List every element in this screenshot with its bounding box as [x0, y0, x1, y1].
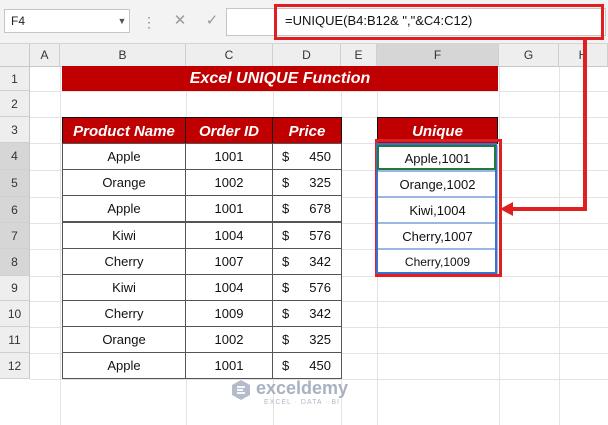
arrow-left-icon	[500, 202, 513, 216]
row-header-10[interactable]: 10	[0, 301, 30, 327]
cell-product[interactable]: Apple	[62, 143, 186, 170]
active-cell-border	[377, 145, 496, 170]
row-header-9[interactable]: 9	[0, 276, 30, 301]
currency-symbol: $	[282, 358, 290, 373]
column-header-b[interactable]: B	[60, 44, 186, 67]
currency-symbol: $	[282, 228, 290, 243]
row-header-6[interactable]: 6	[0, 197, 30, 223]
currency-symbol: $	[282, 149, 290, 164]
cell-product[interactable]: Kiwi	[62, 274, 186, 301]
cell-order-id[interactable]: 1001	[185, 195, 273, 222]
price-value: 450	[309, 149, 331, 164]
cancel-button[interactable]: ✕	[168, 10, 192, 32]
cell-order-id[interactable]: 1009	[185, 300, 273, 327]
currency-symbol: $	[282, 254, 290, 269]
watermark-tagline: EXCEL · DATA · BI	[264, 399, 340, 406]
chevron-down-icon[interactable]: ▼	[116, 12, 128, 30]
exceldemy-logo-icon	[232, 380, 250, 400]
cell-price[interactable]: $450	[272, 143, 342, 170]
row-header-1[interactable]: 1	[0, 67, 30, 91]
cell-order-id[interactable]: 1004	[185, 222, 273, 249]
row-header-11[interactable]: 11	[0, 327, 30, 353]
cell-order-id[interactable]: 1001	[185, 143, 273, 170]
row-header-8[interactable]: 8	[0, 249, 30, 276]
cell-product[interactable]: Cherry	[62, 300, 186, 327]
price-value: 342	[309, 254, 331, 269]
cell-order-id[interactable]: 1002	[185, 169, 273, 196]
header-price[interactable]: Price	[272, 117, 342, 144]
enter-button[interactable]: ✓	[200, 10, 224, 32]
watermark-name: exceldemy	[256, 378, 349, 398]
price-value: 576	[309, 280, 331, 295]
annotation-arrow-line	[512, 207, 587, 211]
cell-product[interactable]: Orange	[62, 169, 186, 196]
row-header-4[interactable]: 4	[0, 143, 30, 170]
more-options-icon[interactable]: ⋮	[142, 13, 156, 31]
column-header-f[interactable]: F	[377, 44, 499, 67]
cell-product[interactable]: Cherry	[62, 248, 186, 275]
cell-price[interactable]: $342	[272, 248, 342, 275]
cell-order-id[interactable]: 1001	[185, 352, 273, 379]
grid-line	[60, 67, 61, 425]
cell-price[interactable]: $678	[272, 195, 342, 222]
currency-symbol: $	[282, 175, 290, 190]
cell-price[interactable]: $450	[272, 352, 342, 379]
row-header-2[interactable]: 2	[0, 91, 30, 117]
cell-price[interactable]: $325	[272, 169, 342, 196]
annotation-arrow-line	[583, 40, 587, 211]
cell-product[interactable]: Apple	[62, 352, 186, 379]
currency-symbol: $	[282, 201, 290, 216]
header-order-id[interactable]: Order ID	[185, 117, 273, 144]
row-header-7[interactable]: 7	[0, 223, 30, 249]
cell-product[interactable]: Apple	[62, 195, 186, 222]
cell-price[interactable]: $342	[272, 300, 342, 327]
cell-price[interactable]: $576	[272, 222, 342, 249]
column-header-g[interactable]: G	[499, 44, 559, 67]
grid-line	[30, 91, 608, 92]
select-all-corner[interactable]	[0, 44, 30, 67]
formula-annotation-box	[274, 4, 604, 40]
cell-product[interactable]: Orange	[62, 326, 186, 353]
name-box[interactable]: F4	[4, 9, 130, 33]
row-header-5[interactable]: 5	[0, 170, 30, 197]
cell-order-id[interactable]: 1007	[185, 248, 273, 275]
cell-price[interactable]: $325	[272, 326, 342, 353]
cell-price[interactable]: $576	[272, 274, 342, 301]
price-value: 325	[309, 332, 331, 347]
column-header-a[interactable]: A	[30, 44, 60, 67]
price-value: 576	[309, 228, 331, 243]
price-value: 342	[309, 306, 331, 321]
currency-symbol: $	[282, 332, 290, 347]
currency-symbol: $	[282, 280, 290, 295]
column-header-d[interactable]: D	[273, 44, 341, 67]
currency-symbol: $	[282, 306, 290, 321]
row-header-12[interactable]: 12	[0, 353, 30, 379]
row-header-3[interactable]: 3	[0, 117, 30, 143]
header-product-name[interactable]: Product Name	[62, 117, 186, 144]
sheet-title[interactable]: Excel UNIQUE Function	[62, 66, 498, 91]
price-value: 325	[309, 175, 331, 190]
cell-order-id[interactable]: 1002	[185, 326, 273, 353]
grid-line	[559, 67, 560, 425]
price-value: 450	[309, 358, 331, 373]
column-header-e[interactable]: E	[341, 44, 377, 67]
price-value: 678	[309, 201, 331, 216]
cell-product[interactable]: Kiwi	[62, 222, 186, 249]
column-header-c[interactable]: C	[186, 44, 273, 67]
cell-order-id[interactable]: 1004	[185, 274, 273, 301]
